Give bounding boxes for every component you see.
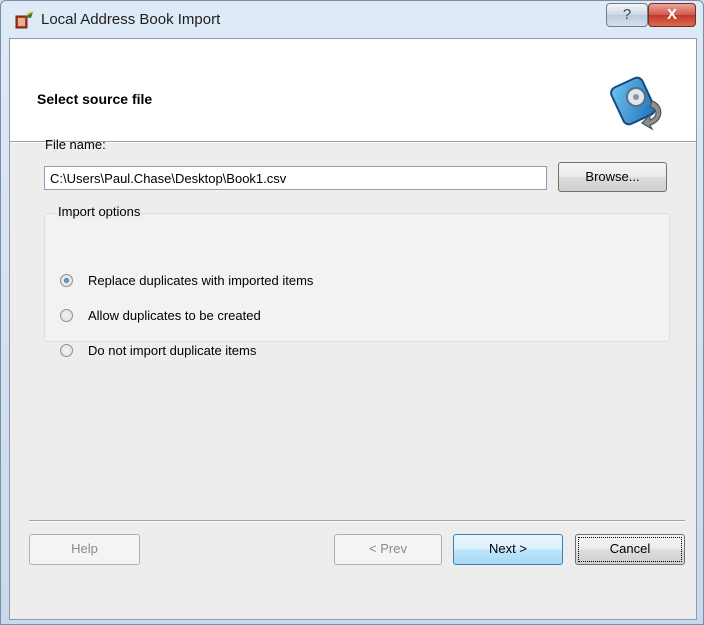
radio-button[interactable] — [60, 309, 73, 322]
page-title: Select source file — [37, 91, 153, 107]
question-icon: ? — [622, 6, 632, 23]
help-title-button[interactable]: ? — [606, 3, 648, 27]
help-button[interactable]: Help — [29, 534, 140, 565]
wizard-header: Select source file — [10, 39, 696, 141]
header-divider — [10, 141, 696, 142]
radio-button[interactable] — [60, 344, 73, 357]
browse-button[interactable]: Browse... — [558, 162, 667, 192]
address-book-import-icon — [610, 76, 662, 131]
file-name-label: File name: — [45, 137, 106, 152]
radio-label: Do not import duplicate items — [88, 343, 257, 358]
title-bar[interactable]: Local Address Book Import ? X — [1, 1, 703, 38]
import-options-title: Import options — [55, 204, 144, 219]
window-title: Local Address Book Import — [41, 11, 221, 28]
close-icon: X — [666, 6, 677, 23]
prev-button[interactable]: < Prev — [334, 534, 442, 565]
radio-label: Allow duplicates to be created — [88, 308, 261, 323]
close-button[interactable]: X — [648, 3, 696, 27]
cancel-button[interactable]: Cancel — [575, 534, 685, 565]
radio-label: Replace duplicates with imported items — [88, 273, 314, 288]
import-dialog-window: Local Address Book Import ? X Select sou… — [0, 0, 704, 625]
file-name-input[interactable] — [44, 166, 547, 190]
radio-button-checked[interactable] — [60, 274, 73, 287]
address-book-app-icon — [15, 11, 34, 29]
footer-divider — [29, 520, 685, 521]
next-button[interactable]: Next > — [453, 534, 563, 565]
